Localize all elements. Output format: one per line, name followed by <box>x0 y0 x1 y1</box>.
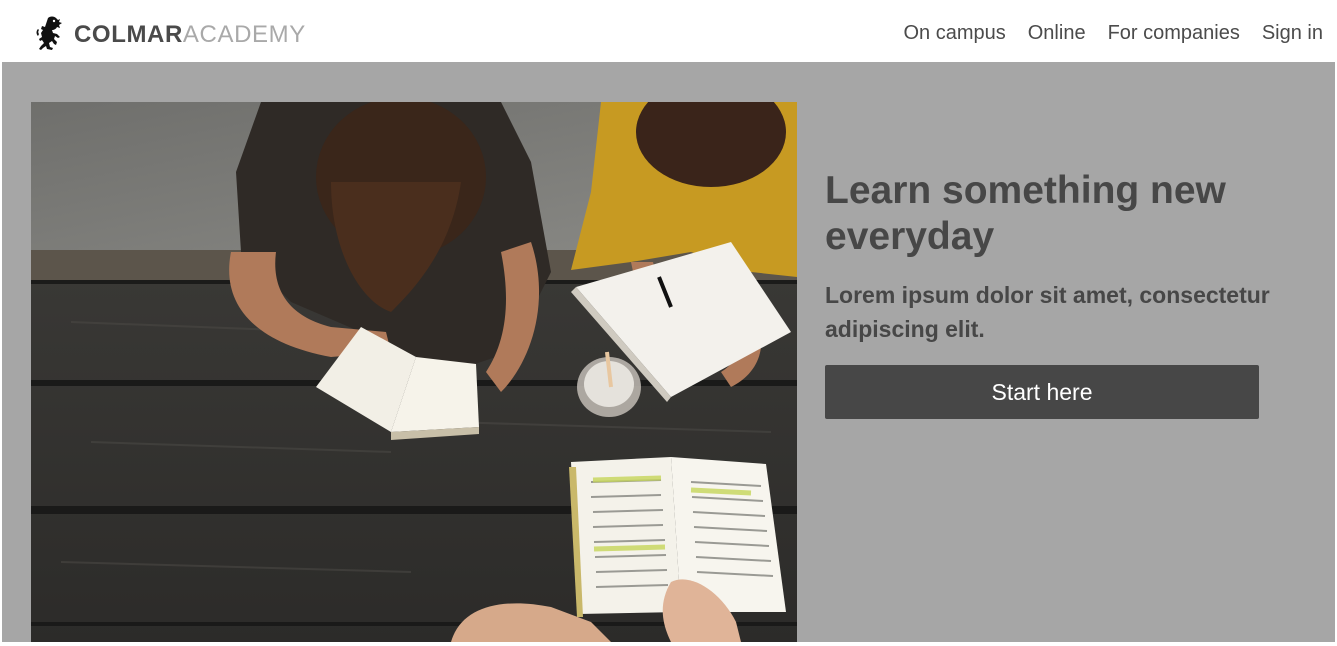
hero-section: Learn something new everyday Lorem ipsum… <box>2 62 1335 642</box>
nav-link-sign-in[interactable]: Sign in <box>1262 22 1323 44</box>
main-nav: On campus Online For companies Sign in <box>903 22 1323 44</box>
nav-link-online[interactable]: Online <box>1028 22 1086 44</box>
rampant-lion-icon <box>36 16 62 50</box>
hero-copy: Learn something new everyday Lorem ipsum… <box>825 168 1295 346</box>
site-header: COLMARACADEMY On campus Online For compa… <box>0 0 1337 62</box>
start-here-button[interactable]: Start here <box>825 365 1259 419</box>
brand-name-light: ACADEMY <box>182 21 306 48</box>
brand-name-strong: COLMAR <box>74 21 183 48</box>
hero-subhead: Lorem ipsum dolor sit amet, consectetur … <box>825 282 1270 342</box>
nav-link-for-companies[interactable]: For companies <box>1108 22 1240 44</box>
nav-link-on-campus[interactable]: On campus <box>903 22 1005 44</box>
hero-headline: Learn something new everyday <box>825 169 1226 258</box>
hero-photo <box>31 102 797 642</box>
brand-logo-link[interactable]: COLMARACADEMY <box>34 14 306 54</box>
brand-wordmark: COLMARACADEMY <box>74 21 306 47</box>
